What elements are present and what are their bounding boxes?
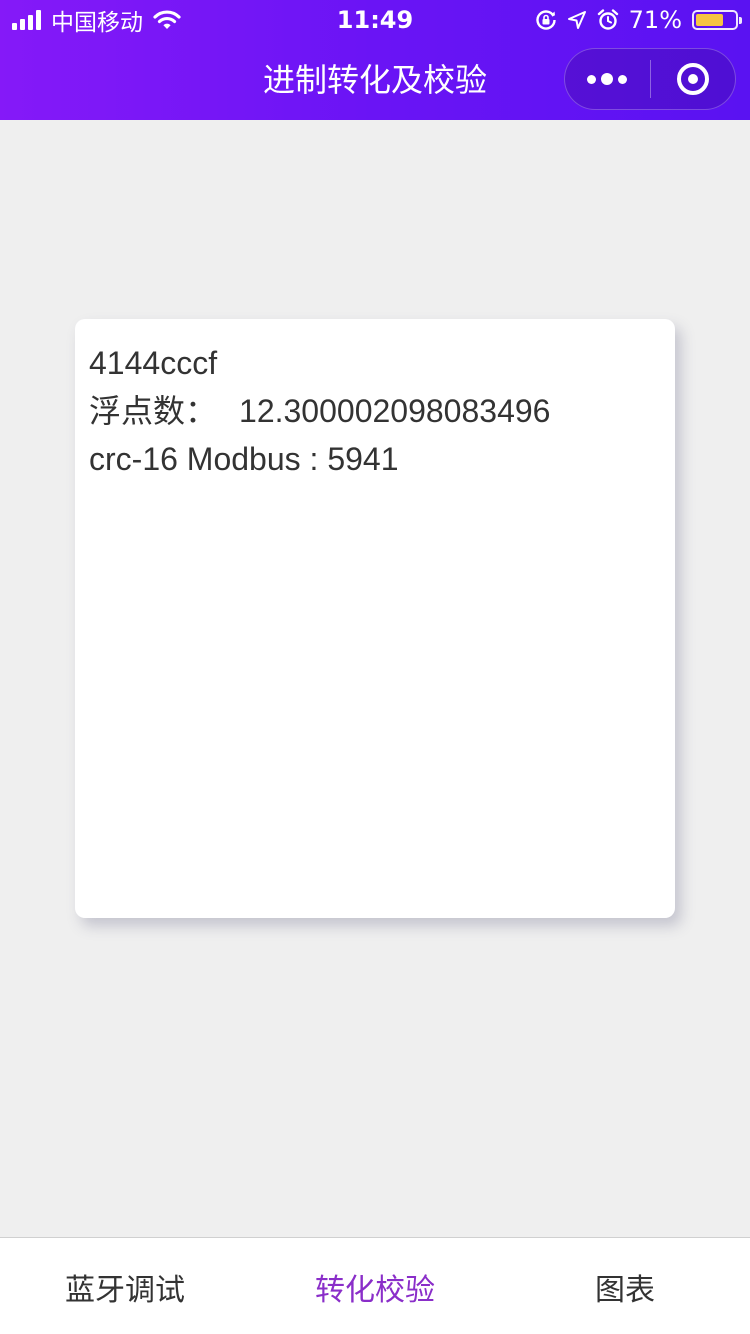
tab-conversion-check[interactable]: 转化校验	[250, 1238, 500, 1334]
more-button[interactable]	[565, 48, 650, 110]
float-row: 浮点数： 12.300002098083496	[89, 387, 661, 435]
status-right: 71%	[535, 6, 742, 34]
result-card: 4144cccf 浮点数： 12.300002098083496 crc-16 M…	[75, 319, 675, 918]
close-button[interactable]	[651, 48, 736, 110]
location-icon	[567, 11, 586, 29]
battery-icon	[692, 10, 742, 30]
crc-result: crc-16 Modbus : 5941	[89, 441, 399, 477]
orientation-lock-icon	[536, 10, 556, 30]
alarm-icon	[597, 9, 618, 30]
battery-percent: 71%	[628, 6, 682, 34]
float-value: 12.300002098083496	[239, 393, 551, 429]
tab-bluetooth-debug[interactable]: 蓝牙调试	[0, 1238, 250, 1334]
tab-bar: 蓝牙调试 转化校验 图表	[0, 1237, 750, 1334]
battery-level	[696, 14, 723, 26]
mini-program-capsule	[564, 48, 736, 110]
float-label: 浮点数：	[89, 393, 218, 429]
more-dots-icon	[587, 73, 628, 85]
app-header: 中国移动 11:49 71% 进制转化及校验	[0, 0, 750, 120]
tab-chart[interactable]: 图表	[500, 1238, 750, 1334]
hex-value: 4144cccf	[89, 345, 218, 381]
target-icon	[676, 63, 709, 95]
status-bar: 中国移动 11:49 71%	[0, 0, 750, 40]
